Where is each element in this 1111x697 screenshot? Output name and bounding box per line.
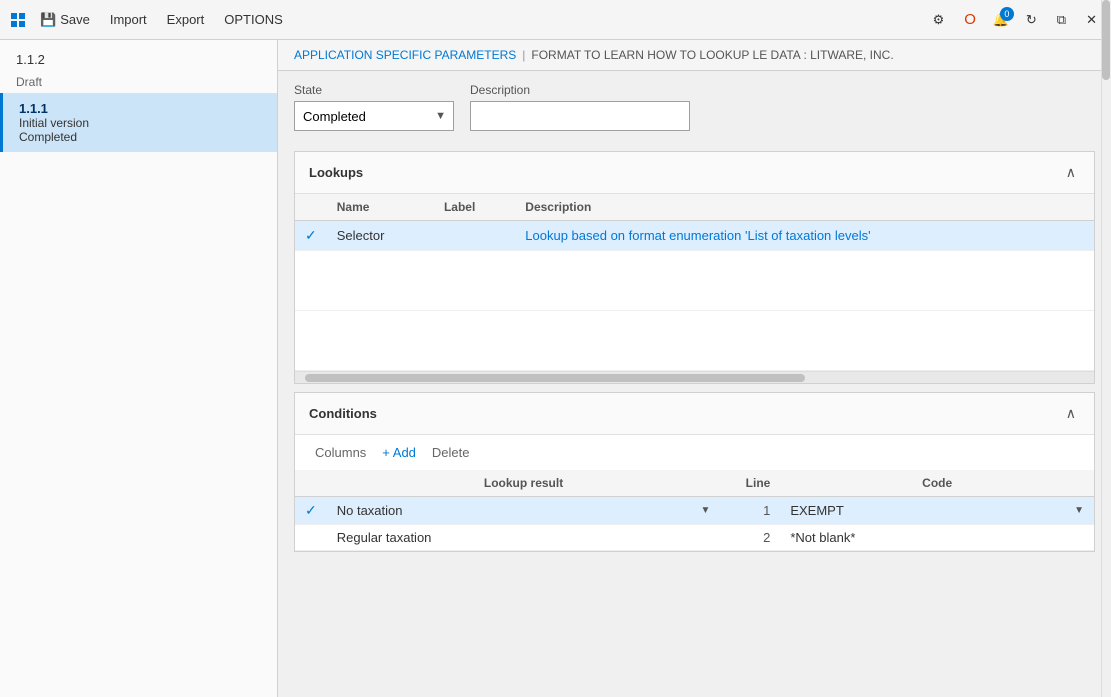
selected-sub2: Completed xyxy=(19,130,261,144)
lookups-header-row: Name Label Description xyxy=(295,194,1094,221)
row-name: Selector xyxy=(327,221,434,251)
row-description: Lookup based on format enumeration 'List… xyxy=(515,221,1094,251)
table-row[interactable]: ✓ Selector Lookup based on format enumer… xyxy=(295,221,1094,251)
table-row-empty2 xyxy=(295,311,1094,371)
state-select[interactable]: Completed Draft Shared xyxy=(294,101,454,131)
lookups-title: Lookups xyxy=(309,165,363,180)
columns-button[interactable]: Columns xyxy=(309,443,372,462)
breadcrumb: APPLICATION SPECIFIC PARAMETERS | FORMAT… xyxy=(278,40,1111,71)
conditions-toggle[interactable]: ∧ xyxy=(1062,403,1080,424)
cond-col-lookup: Lookup result xyxy=(327,470,721,497)
office-icon: O xyxy=(964,11,976,28)
col-label: Label xyxy=(434,194,515,221)
content-area: APPLICATION SPECIFIC PARAMETERS | FORMAT… xyxy=(278,40,1111,697)
lookups-toggle[interactable]: ∧ xyxy=(1062,162,1080,183)
lookups-panel: Lookups ∧ Name Label Description ✓ Selec… xyxy=(294,151,1095,384)
cond-row2-lookup: Regular taxation xyxy=(327,525,721,551)
notification-count: 0 xyxy=(1000,7,1014,21)
conditions-table: Lookup result Line Code ✓ No taxation ▼ xyxy=(295,470,1094,551)
selected-sub1: Initial version xyxy=(19,116,261,130)
close-button[interactable]: ✕ xyxy=(1080,10,1103,30)
cond-row1-code: EXEMPT ▼ xyxy=(780,497,1094,525)
conditions-panel: Conditions ∧ Columns + Add Delete L xyxy=(294,392,1095,552)
col-name: Name xyxy=(327,194,434,221)
selected-version: 1.1.1 xyxy=(19,101,261,116)
col-check xyxy=(295,194,327,221)
cond-row1-lookup: No taxation ▼ xyxy=(327,497,721,525)
options-button[interactable]: OPTIONS xyxy=(216,8,291,31)
conditions-thead: Lookup result Line Code xyxy=(295,470,1094,497)
cond-col-line: Line xyxy=(720,470,780,497)
table-row-empty xyxy=(295,251,1094,311)
conditions-header-row: Lookup result Line Code xyxy=(295,470,1094,497)
lookups-thead: Name Label Description xyxy=(295,194,1094,221)
toolbar-right: ⚙ O 🔔 0 ↻ ⧉ ✕ xyxy=(927,9,1103,31)
cond-row2-code: *Not blank* xyxy=(780,525,1094,551)
state-field: State Completed Draft Shared ▼ xyxy=(294,83,454,131)
notification-button[interactable]: 🔔 0 xyxy=(990,9,1012,31)
toolbar: 💾 Save Import Export OPTIONS ⚙ O 🔔 0 ↻ ⧉… xyxy=(0,0,1111,40)
lookups-table: Name Label Description ✓ Selector Lookup… xyxy=(295,194,1094,371)
checkmark-icon: ✓ xyxy=(305,227,317,243)
row-check: ✓ xyxy=(295,221,327,251)
conditions-header: Conditions ∧ xyxy=(295,393,1094,435)
conditions-toolbar: Columns + Add Delete xyxy=(295,435,1094,470)
cond-row-2[interactable]: Regular taxation 2 *Not blank* xyxy=(295,525,1094,551)
breadcrumb-part2: FORMAT TO LEARN HOW TO LOOKUP LE DATA : … xyxy=(531,48,893,62)
settings-icon: ⚙ xyxy=(933,12,945,28)
sidebar-draft: Draft xyxy=(0,71,277,93)
refresh-button[interactable]: ↻ xyxy=(1020,10,1043,30)
vertical-scrollbar[interactable] xyxy=(1101,40,1111,697)
office-button[interactable]: O xyxy=(958,9,982,30)
lookup-dropdown-cell: No taxation ▼ xyxy=(337,503,711,518)
save-icon: 💾 xyxy=(40,12,56,28)
main-layout: 1.1.2 Draft 1.1.1 Initial version Comple… xyxy=(0,40,1111,697)
cond-row2-line: 2 xyxy=(720,525,780,551)
cond-col-code: Code xyxy=(780,470,1094,497)
sidebar-version: 1.1.2 xyxy=(0,40,277,71)
cond-row1-line: 1 xyxy=(720,497,780,525)
row-label xyxy=(434,221,515,251)
close-icon: ✕ xyxy=(1086,12,1097,28)
export-button[interactable]: Export xyxy=(159,8,213,31)
app-icon xyxy=(8,10,28,30)
cond-row2-check xyxy=(295,525,327,551)
sidebar-item-selected[interactable]: 1.1.1 Initial version Completed xyxy=(0,93,277,152)
settings-button[interactable]: ⚙ xyxy=(927,10,951,30)
code-dropdown-cell: EXEMPT ▼ xyxy=(790,503,1084,518)
save-button[interactable]: 💾 Save xyxy=(32,8,98,32)
lookup-chevron-icon: ▼ xyxy=(700,505,710,516)
popout-icon: ⧉ xyxy=(1057,12,1066,28)
cond-col-check xyxy=(295,470,327,497)
checkmark-icon: ✓ xyxy=(305,502,317,518)
conditions-title: Conditions xyxy=(309,406,377,421)
cond-row1-check: ✓ xyxy=(295,497,327,525)
horizontal-scrollbar[interactable] xyxy=(295,371,1094,383)
form-area: State Completed Draft Shared ▼ Descripti… xyxy=(278,71,1111,143)
sidebar: 1.1.2 Draft 1.1.1 Initial version Comple… xyxy=(0,40,278,697)
import-button[interactable]: Import xyxy=(102,8,155,31)
lookups-header: Lookups ∧ xyxy=(295,152,1094,194)
state-select-wrapper: Completed Draft Shared ▼ xyxy=(294,101,454,131)
horizontal-thumb xyxy=(305,374,805,382)
cond-row-1[interactable]: ✓ No taxation ▼ 1 EXEMPT ▼ xyxy=(295,497,1094,525)
description-label: Description xyxy=(470,83,690,97)
lookups-tbody: ✓ Selector Lookup based on format enumer… xyxy=(295,221,1094,371)
description-input[interactable] xyxy=(470,101,690,131)
delete-button[interactable]: Delete xyxy=(426,443,476,462)
state-label: State xyxy=(294,83,454,97)
add-button[interactable]: + Add xyxy=(376,443,422,462)
code-chevron-icon: ▼ xyxy=(1074,505,1084,516)
popout-button[interactable]: ⧉ xyxy=(1051,10,1072,30)
scrollbar-thumb xyxy=(1102,40,1110,80)
refresh-icon: ↻ xyxy=(1026,12,1037,28)
breadcrumb-part1[interactable]: APPLICATION SPECIFIC PARAMETERS xyxy=(294,48,516,62)
breadcrumb-sep: | xyxy=(522,48,525,62)
description-field: Description xyxy=(470,83,690,131)
col-description: Description xyxy=(515,194,1094,221)
conditions-tbody: ✓ No taxation ▼ 1 EXEMPT ▼ xyxy=(295,497,1094,551)
